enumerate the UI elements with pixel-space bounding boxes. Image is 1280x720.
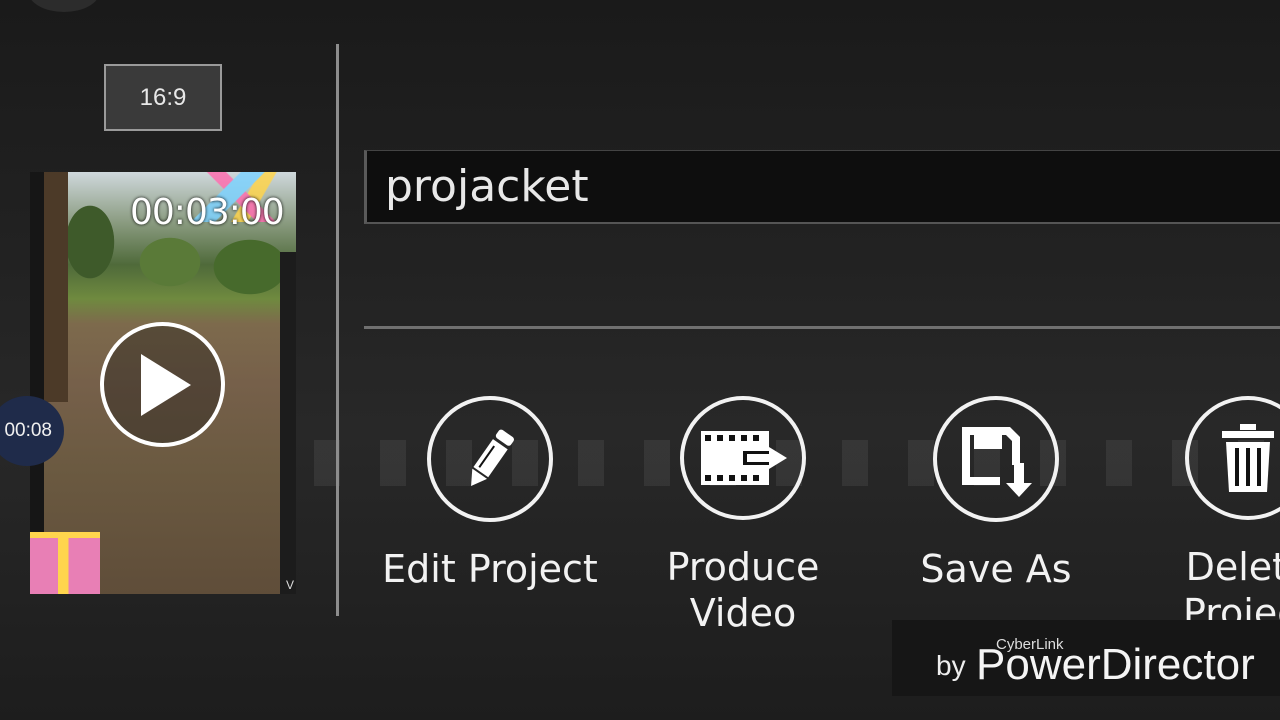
produce-video-circle [680, 396, 806, 520]
save-as-label: Save As [920, 547, 1072, 591]
aspect-ratio-button[interactable]: 16:9 [104, 64, 222, 131]
edit-project-label: Edit Project [382, 547, 598, 591]
pencil-icon [471, 429, 514, 487]
save-as-icon [962, 427, 1032, 497]
horizontal-divider [364, 326, 1280, 329]
thumbnail-right-edge [280, 252, 296, 594]
gift-sticker [30, 532, 100, 594]
powerdirector-watermark: CyberLink by PowerDirector [892, 620, 1280, 696]
thumbnail-trunk [44, 172, 68, 402]
project-name-input[interactable] [364, 150, 1280, 224]
brand-by: by [936, 650, 966, 681]
delete-project-button[interactable]: Delete Project [1128, 396, 1280, 636]
save-as-button[interactable]: Save As [876, 396, 1116, 636]
clip-timecode: 00:03:00 [130, 192, 285, 233]
save-as-circle [933, 396, 1059, 522]
edit-project-circle [427, 396, 553, 522]
produce-video-label: Produce Video [666, 545, 820, 635]
play-button[interactable] [100, 322, 225, 447]
edit-project-button[interactable]: Edit Project [370, 396, 610, 636]
trash-icon [1222, 424, 1274, 492]
produce-video-icon [701, 431, 787, 485]
play-icon [140, 353, 191, 416]
duration-label: 00:08 [4, 420, 52, 441]
thumbnail-left-edge [30, 172, 44, 594]
produce-video-button[interactable]: Produce Video [623, 396, 863, 636]
brand-product: PowerDirector [976, 640, 1255, 689]
delete-project-circle [1185, 396, 1280, 520]
thumbnail-watermark: V [285, 578, 294, 592]
vertical-divider [336, 44, 339, 616]
aspect-ratio-label: 16:9 [139, 83, 187, 111]
